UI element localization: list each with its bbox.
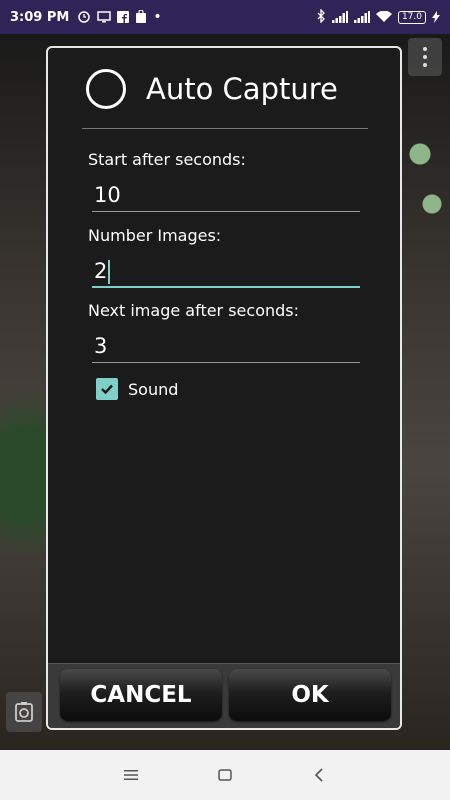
cancel-button[interactable]: CANCEL xyxy=(60,669,222,721)
auto-capture-dialog: Auto Capture Start after seconds: 10 Num… xyxy=(46,46,402,730)
number-images-input[interactable]: 2 xyxy=(92,254,360,288)
charging-icon xyxy=(432,8,440,27)
overflow-menu-icon[interactable] xyxy=(408,38,442,76)
dialog-header: Auto Capture xyxy=(48,48,400,130)
bag-icon xyxy=(135,8,147,27)
auto-capture-radio-icon[interactable] xyxy=(86,69,126,109)
sound-label: Sound xyxy=(128,379,179,399)
camera-switch-icon[interactable] xyxy=(6,692,42,732)
next-image-input[interactable]: 3 xyxy=(92,329,360,363)
sound-checkbox[interactable] xyxy=(96,378,118,400)
signal-icon-2 xyxy=(353,8,370,27)
ok-button[interactable]: OK xyxy=(229,669,391,721)
back-icon[interactable] xyxy=(299,750,339,800)
home-icon[interactable] xyxy=(205,750,245,800)
facebook-icon xyxy=(117,8,130,27)
system-icons: 17.0 xyxy=(317,0,440,34)
header-divider xyxy=(82,128,368,129)
number-images-label: Number Images: xyxy=(88,226,222,245)
next-image-value: 3 xyxy=(94,334,108,358)
number-images-value: 2 xyxy=(94,259,108,283)
status-bar: 3:09 PM • 17.0 xyxy=(0,0,450,34)
alarm-icon xyxy=(77,8,91,27)
wifi-icon xyxy=(375,8,392,27)
start-after-input[interactable]: 10 xyxy=(92,178,360,212)
sound-option[interactable]: Sound xyxy=(96,378,178,400)
battery-indicator: 17.0 xyxy=(397,10,426,24)
more-dot-icon: • xyxy=(153,9,162,25)
notification-icons: • xyxy=(77,8,162,27)
recents-menu-icon[interactable] xyxy=(111,750,151,800)
navigation-bar xyxy=(0,750,450,800)
check-icon xyxy=(101,384,113,395)
bluetooth-icon xyxy=(317,7,326,27)
clock: 3:09 PM xyxy=(10,9,70,25)
monitor-icon xyxy=(97,8,112,27)
dialog-title: Auto Capture xyxy=(146,72,338,106)
text-cursor xyxy=(108,260,111,284)
next-image-label: Next image after seconds: xyxy=(88,301,300,320)
start-after-label: Start after seconds: xyxy=(88,150,246,169)
start-after-value: 10 xyxy=(94,183,121,207)
signal-icon xyxy=(331,8,348,27)
dialog-button-bar: CANCEL OK xyxy=(48,663,400,728)
